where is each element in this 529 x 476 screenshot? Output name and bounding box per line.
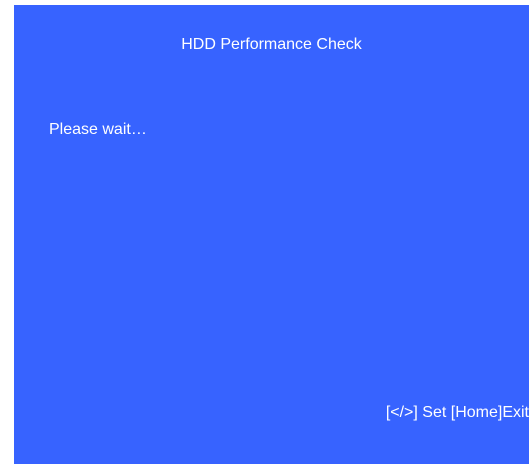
key-guide: [</>] Set [Home]Exit — [386, 403, 529, 423]
screen-title: HDD Performance Check — [181, 36, 362, 53]
hdd-check-screen: HDD Performance Check Please wait… [</>]… — [14, 5, 529, 464]
status-message: Please wait… — [49, 121, 147, 138]
set-key-hint[interactable]: [</>] Set — [386, 404, 446, 421]
exit-key-hint[interactable]: [Home]Exit — [451, 404, 529, 421]
